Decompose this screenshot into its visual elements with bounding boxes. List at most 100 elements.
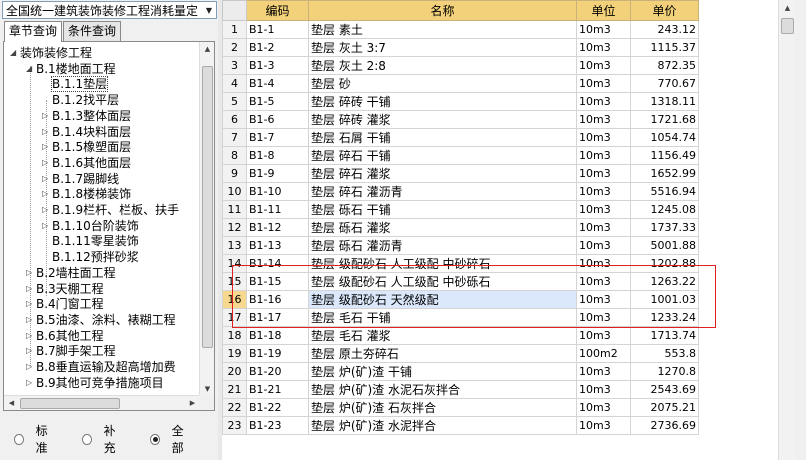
table-row[interactable]: 14 B1-14 垫层 级配砂石 人工级配 中砂碎石 10m3 1202.88 — [222, 254, 699, 273]
radio-circle-checked-icon[interactable] — [150, 433, 160, 445]
price-cell[interactable]: 1245.08 — [630, 200, 699, 219]
unit-cell[interactable]: 10m3 — [576, 20, 631, 39]
tree-node[interactable]: ▷ B.3天棚工程 — [26, 281, 104, 297]
name-cell[interactable]: 垫层 灰土 3:7 — [308, 38, 577, 57]
tree-node[interactable]: ▷ B.1.3整体面层 — [42, 108, 131, 124]
tree-node[interactable]: ▷ B.2墙柱面工程 — [26, 265, 116, 281]
tree-node[interactable]: B.1.2找平层 — [42, 92, 119, 108]
radio-standard[interactable]: 标准 — [14, 422, 56, 456]
price-cell[interactable]: 1721.68 — [630, 110, 699, 129]
code-cell[interactable]: B1-22 — [246, 398, 309, 417]
tree-scroll-thumb[interactable] — [202, 66, 213, 348]
unit-cell[interactable]: 10m3 — [576, 164, 631, 183]
name-cell[interactable]: 垫层 毛石 干铺 — [308, 308, 577, 327]
price-cell[interactable]: 1115.37 — [630, 38, 699, 57]
tree-node[interactable]: ▷ B.5油漆、涂料、裱糊工程 — [26, 312, 176, 328]
radio-circle-icon[interactable] — [14, 433, 24, 445]
table-row[interactable]: 20 B1-20 垫层 炉(矿)渣 干铺 10m3 1270.8 — [222, 362, 699, 381]
tree-node[interactable]: ◢ B.1楼地面工程 — [26, 61, 116, 77]
tree-node[interactable]: B.1.11零星装饰 — [42, 233, 139, 249]
unit-cell[interactable]: 10m3 — [576, 128, 631, 147]
row-number-cell[interactable]: 13 — [222, 236, 247, 255]
unit-cell[interactable]: 10m3 — [576, 236, 631, 255]
row-number-cell[interactable]: 1 — [222, 20, 247, 39]
tree-node[interactable]: ▷ B.7脚手架工程 — [26, 343, 116, 359]
name-cell[interactable]: 垫层 原土夯碎石 — [308, 344, 577, 363]
table-row[interactable]: 2 B1-2 垫层 灰土 3:7 10m3 1115.37 — [222, 38, 699, 57]
name-cell[interactable]: 垫层 碎石 灌浆 — [308, 164, 577, 183]
tree-node[interactable]: ▷ B.1.9栏杆、栏板、扶手 — [42, 202, 179, 218]
table-row[interactable]: 6 B1-6 垫层 碎砖 灌浆 10m3 1721.68 — [222, 110, 699, 129]
name-cell[interactable]: 垫层 砾石 干铺 — [308, 200, 577, 219]
row-number-cell[interactable]: 12 — [222, 218, 247, 237]
name-cell[interactable]: 垫层 炉(矿)渣 水泥拌合 — [308, 416, 577, 435]
tree-node[interactable]: ▷ B.1.4块料面层 — [42, 124, 131, 140]
column-header-code[interactable]: 编码 — [246, 0, 309, 21]
tree-node[interactable]: ▷ B.6其他工程 — [26, 328, 104, 344]
row-number-cell[interactable]: 19 — [222, 344, 247, 363]
expand-arrow-icon[interactable]: ▷ — [42, 202, 52, 218]
grid-vertical-scrollbar[interactable]: ▲ — [778, 0, 795, 460]
code-cell[interactable]: B1-2 — [246, 38, 309, 57]
row-number-cell[interactable]: 21 — [222, 380, 247, 399]
price-cell[interactable]: 2543.69 — [630, 380, 699, 399]
name-cell[interactable]: 垫层 砾石 灌沥青 — [308, 236, 577, 255]
scroll-up-icon[interactable]: ▲ — [779, 0, 796, 17]
expand-arrow-icon[interactable]: ▷ — [42, 155, 52, 171]
table-row[interactable]: 21 B1-21 垫层 炉(矿)渣 水泥石灰拌合 10m3 2543.69 — [222, 380, 699, 399]
name-cell[interactable]: 垫层 砂 — [308, 74, 577, 93]
name-cell[interactable]: 垫层 石屑 干铺 — [308, 128, 577, 147]
unit-cell[interactable]: 10m3 — [576, 254, 631, 273]
quota-library-select[interactable]: 全国统一建筑装饰装修工程消耗量定 ▼ — [2, 1, 217, 19]
price-cell[interactable]: 5001.88 — [630, 236, 699, 255]
radio-all[interactable]: 全部 — [150, 422, 192, 456]
tab-condition-query[interactable]: 条件查询 — [63, 21, 122, 41]
unit-cell[interactable]: 10m3 — [576, 146, 631, 165]
code-cell[interactable]: B1-16 — [246, 290, 309, 309]
unit-cell[interactable]: 10m3 — [576, 74, 631, 93]
code-cell[interactable]: B1-11 — [246, 200, 309, 219]
row-number-cell[interactable]: 9 — [222, 164, 247, 183]
code-cell[interactable]: B1-1 — [246, 20, 309, 39]
expand-arrow-icon[interactable]: ▷ — [26, 343, 36, 359]
name-cell[interactable]: 垫层 碎石 干铺 — [308, 146, 577, 165]
name-cell[interactable]: 垫层 级配砂石 人工级配 中砂碎石 — [308, 254, 577, 273]
scroll-left-icon[interactable]: ◀ — [4, 396, 19, 410]
table-row[interactable]: 17 B1-17 垫层 毛石 干铺 10m3 1233.24 — [222, 308, 699, 327]
name-cell[interactable]: 垫层 碎石 灌沥青 — [308, 182, 577, 201]
price-cell[interactable]: 770.67 — [630, 74, 699, 93]
name-cell[interactable]: 垫层 炉(矿)渣 水泥石灰拌合 — [308, 380, 577, 399]
code-cell[interactable]: B1-15 — [246, 272, 309, 291]
tree-node[interactable]: ▷ B.9其他可竞争措施项目 — [26, 375, 164, 391]
table-row[interactable]: 12 B1-12 垫层 砾石 灌浆 10m3 1737.33 — [222, 218, 699, 237]
row-number-cell[interactable]: 20 — [222, 362, 247, 381]
code-cell[interactable]: B1-17 — [246, 308, 309, 327]
price-cell[interactable]: 1318.11 — [630, 92, 699, 111]
name-cell[interactable]: 垫层 灰土 2:8 — [308, 56, 577, 75]
code-cell[interactable]: B1-4 — [246, 74, 309, 93]
table-row[interactable]: 7 B1-7 垫层 石屑 干铺 10m3 1054.74 — [222, 128, 699, 147]
unit-cell[interactable]: 10m3 — [576, 92, 631, 111]
code-cell[interactable]: B1-9 — [246, 164, 309, 183]
expand-arrow-icon[interactable]: ▷ — [42, 124, 52, 140]
unit-cell[interactable]: 10m3 — [576, 272, 631, 291]
name-cell[interactable]: 垫层 炉(矿)渣 干铺 — [308, 362, 577, 381]
unit-cell[interactable]: 10m3 — [576, 380, 631, 399]
code-cell[interactable]: B1-19 — [246, 344, 309, 363]
row-number-cell[interactable]: 23 — [222, 416, 247, 435]
table-row[interactable]: 11 B1-11 垫层 砾石 干铺 10m3 1245.08 — [222, 200, 699, 219]
tree-node[interactable]: ◢ 装饰装修工程 — [10, 45, 92, 61]
price-cell[interactable]: 1652.99 — [630, 164, 699, 183]
table-row[interactable]: 5 B1-5 垫层 碎砖 干铺 10m3 1318.11 — [222, 92, 699, 111]
name-cell[interactable]: 垫层 级配砂石 天然级配 — [308, 290, 577, 309]
tab-chapter-query[interactable]: 章节查询 — [4, 21, 63, 42]
row-number-cell[interactable]: 5 — [222, 92, 247, 111]
row-number-cell[interactable]: 16 — [222, 290, 247, 309]
unit-cell[interactable]: 10m3 — [576, 218, 631, 237]
row-number-cell[interactable]: 22 — [222, 398, 247, 417]
price-cell[interactable]: 5516.94 — [630, 182, 699, 201]
price-cell[interactable]: 1054.74 — [630, 128, 699, 147]
tree-node[interactable]: ▷ B.1.7踢脚线 — [42, 171, 119, 187]
code-cell[interactable]: B1-14 — [246, 254, 309, 273]
expand-arrow-icon[interactable]: ▷ — [42, 139, 52, 155]
